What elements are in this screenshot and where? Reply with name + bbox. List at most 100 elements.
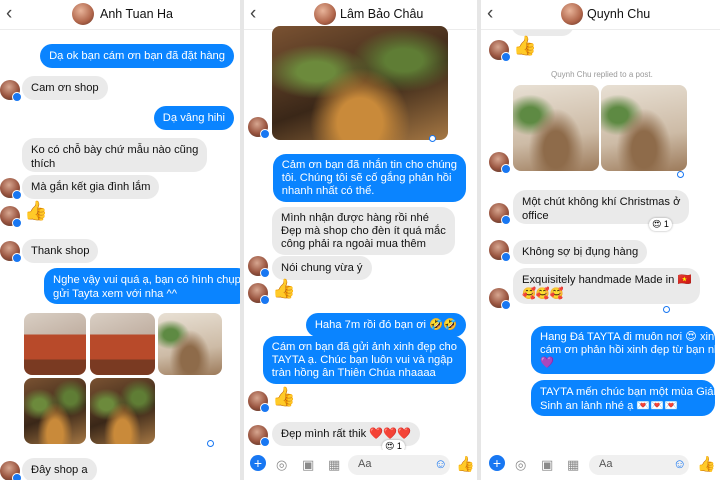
message-line: công phải ra ngoài mua thêm [281, 238, 426, 250]
message-line: Đẹp mà shop cho đèn ít quá mắc [281, 225, 446, 237]
seen-indicator [677, 171, 684, 178]
message-line: nhanh nhất có thể. [281, 185, 375, 197]
product-photo[interactable] [24, 378, 86, 444]
message-line: tràn hồng ân Thiên Chúa nhaaaa [271, 367, 436, 379]
message-outgoing[interactable]: TAYTA mến chúc bạn một mùa Giáng Sinh an… [531, 380, 720, 416]
avatar[interactable] [0, 80, 22, 102]
avatar[interactable] [489, 203, 511, 225]
seen-indicator [663, 306, 670, 313]
message-line: cám ơn phản hồi xinh đẹp từ bạn nha [540, 344, 720, 356]
composer: + ◎ ▣ ▦ Aa ☺ 👍 [244, 450, 476, 480]
message-line: tôi. Chúng tôi sẽ cố gắng phản hồi [281, 172, 452, 184]
message-line: TAYTA mến chúc bạn một mùa Giáng [540, 386, 720, 398]
avatar[interactable] [489, 152, 511, 174]
avatar[interactable] [248, 283, 270, 305]
message-outgoing[interactable]: Haha 7m rồi đó bạn ơi 🤣🤣 [305, 313, 466, 337]
avatar[interactable] [489, 288, 511, 310]
sticker-icon[interactable]: ▦ [567, 457, 579, 473]
message-outgoing[interactable]: Cám ơn bạn đã gửi ảnh xinh đẹp cho TAYTA… [262, 336, 466, 384]
composer: + ◎ ▣ ▦ Aa ☺ 👍 [481, 450, 720, 480]
message-incoming[interactable]: Không sợ bị đụng hàng [513, 240, 648, 264]
back-icon[interactable]: ‹ [6, 3, 22, 25]
message-line: thích [31, 158, 56, 170]
message-outgoing[interactable]: Dạ vâng hihi [153, 106, 234, 130]
message-line: Cám ơn bạn đã gửi ảnh xinh đẹp cho [271, 341, 457, 353]
message-outgoing[interactable]: Nghe vậy vui quá ạ, bạn có hình chụp gửi… [44, 268, 240, 304]
message-outgoing[interactable]: Dạ ok bạn cám ơn bạn đã đặt hàng [40, 44, 234, 68]
like-icon[interactable]: 👍 [272, 280, 296, 299]
camera-icon[interactable]: ◎ [515, 457, 526, 473]
message-line: Một chút không khí Christmas ở [522, 196, 681, 208]
photo-icon[interactable]: ▣ [302, 457, 314, 473]
camera-icon[interactable]: ◎ [276, 457, 287, 473]
like-icon[interactable]: 👍 [697, 455, 716, 473]
chat-header: ‹ Quynh Chu [481, 0, 720, 30]
reaction-badge[interactable]: 😍 1 [649, 218, 672, 231]
avatar[interactable] [0, 178, 22, 200]
stage: ‹ Anh Tuan Ha Dạ ok bạn cám ơn bạn đã đặ… [0, 0, 720, 480]
avatar[interactable] [489, 240, 511, 262]
emoji-icon[interactable]: ☺ [434, 456, 447, 471]
contact-name[interactable]: Quynh Chu [587, 7, 650, 21]
contact-name[interactable]: Lâm Bảo Châu [340, 7, 423, 21]
system-notice: Quynh Chu replied to a post. [551, 70, 653, 79]
like-icon[interactable]: 👍 [24, 202, 48, 221]
contact-name[interactable]: Anh Tuan Ha [100, 7, 173, 21]
product-photo[interactable] [90, 378, 155, 444]
sticker-icon[interactable]: ▦ [328, 457, 340, 473]
message-line: 🥰🥰🥰 [522, 288, 564, 300]
plus-icon[interactable]: + [250, 455, 266, 471]
seen-indicator [207, 440, 214, 447]
emoji-icon[interactable]: ☺ [673, 456, 686, 471]
like-icon[interactable]: 👍 [513, 37, 537, 56]
chat-header: ‹ Anh Tuan Ha [0, 0, 240, 30]
avatar[interactable] [248, 425, 270, 447]
seen-indicator [429, 135, 436, 142]
message-outgoing[interactable]: Hang Đá TAYTA đi muôn nơi 😍 xin cám ơn p… [531, 326, 720, 374]
message-line: 💜 [540, 357, 554, 369]
avatar[interactable] [72, 3, 94, 25]
chat-panel-anh-tuan-ha: ‹ Anh Tuan Ha Dạ ok bạn cám ơn bạn đã đặ… [0, 0, 240, 480]
avatar[interactable] [0, 461, 22, 480]
product-photo[interactable] [158, 313, 222, 375]
message-incoming[interactable]: Mình nhận được hàng rồi nhé Đẹp mà shop … [272, 207, 455, 255]
message-incoming[interactable]: Exquisitely handmade Made in 🇻🇳 🥰🥰🥰 [513, 268, 701, 304]
message-incoming[interactable]: Nói chung vừa ý [272, 256, 372, 280]
message-line: Cảm ơn bạn đã nhắn tin cho chúng [281, 159, 457, 171]
message-line: gửi Tayta xem với nha ^^ [53, 288, 177, 300]
chat-panel-lam-bao-chau: ‹ Lâm Bảo Châu Cảm ơn bạn đã nhắn tin ch… [244, 0, 476, 480]
avatar[interactable] [248, 391, 270, 413]
avatar[interactable] [248, 256, 270, 278]
chat-panel-quynh-chu: ởgkeiamoo ‹ Quynh Chu 👍 Quynh Chu replie… [481, 0, 720, 480]
back-icon[interactable]: ‹ [487, 3, 503, 25]
avatar[interactable] [561, 3, 583, 25]
message-outgoing[interactable]: Cảm ơn bạn đã nhắn tin cho chúng tôi. Ch… [272, 154, 466, 202]
plus-icon[interactable]: + [489, 455, 505, 471]
message-line: Hang Đá TAYTA đi muôn nơi 😍 xin [540, 331, 715, 343]
back-icon[interactable]: ‹ [250, 3, 266, 25]
office-photo[interactable] [513, 85, 599, 171]
product-photo[interactable] [24, 313, 86, 375]
message-incoming[interactable]: Thank shop [22, 239, 99, 263]
message-line: Nghe vậy vui quá ạ, bạn có hình chụp [53, 274, 240, 286]
product-photo[interactable] [90, 313, 155, 375]
message-line: TAYTA ạ. Chúc bạn luôn vui và ngập [271, 354, 453, 366]
avatar[interactable] [0, 241, 22, 263]
message-incoming[interactable]: Cam ơn shop [22, 76, 108, 100]
message-line: Sinh an lành nhé ạ 💌💌💌 [540, 400, 679, 412]
office-photo[interactable] [601, 85, 687, 171]
nativity-photo[interactable] [272, 26, 448, 140]
message-line: Exquisitely handmade Made in 🇻🇳 [522, 274, 692, 286]
like-icon[interactable]: 👍 [272, 388, 296, 407]
message-incoming[interactable]: Mà gắn kết gia đình lắm [22, 175, 160, 199]
message-line: Mình nhận được hàng rồi nhé [281, 212, 429, 224]
avatar[interactable] [314, 3, 336, 25]
like-icon[interactable]: 👍 [456, 455, 475, 473]
avatar[interactable] [0, 206, 22, 228]
avatar[interactable] [489, 40, 511, 62]
message-line: Ko có chỗ bày chứ mẫu nào cũng [31, 144, 199, 156]
message-incoming[interactable]: Đây shop a [22, 458, 97, 480]
avatar[interactable] [248, 117, 270, 139]
message-incoming[interactable]: Ko có chỗ bày chứ mẫu nào cũng thích [22, 138, 208, 172]
photo-icon[interactable]: ▣ [541, 457, 553, 473]
